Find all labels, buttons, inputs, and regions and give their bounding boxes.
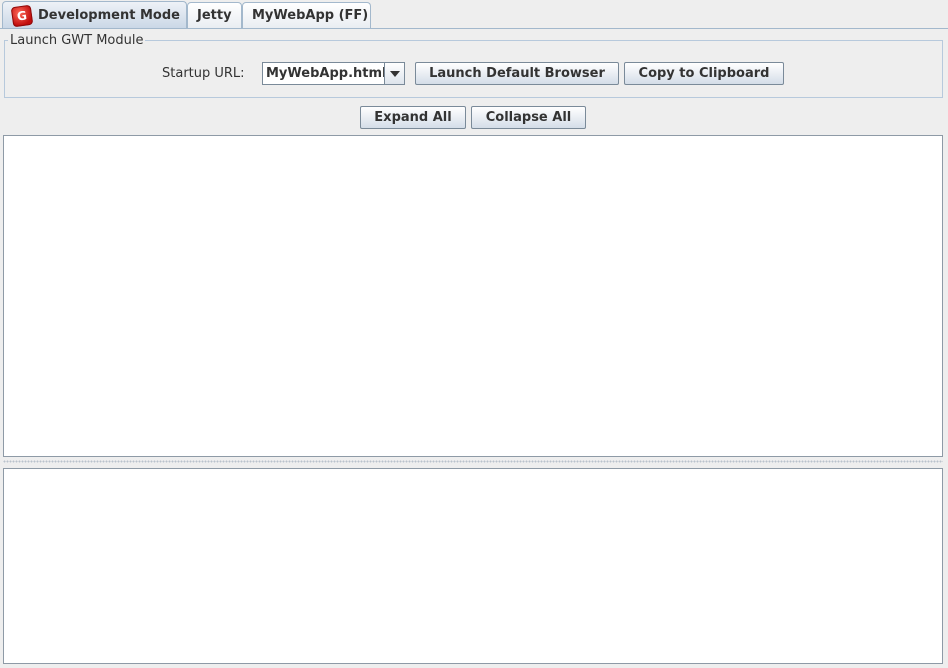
- tab-development-mode[interactable]: G Development Mode: [2, 1, 187, 29]
- gwt-logo-icon: G: [10, 4, 34, 27]
- gwt-dev-mode-window: G Development Mode Jetty MyWebApp (FF) L…: [0, 0, 948, 668]
- tab-jetty[interactable]: Jetty: [187, 2, 242, 28]
- tab-underline: [0, 28, 948, 29]
- launch-default-browser-button[interactable]: Launch Default Browser: [415, 62, 619, 85]
- log-tree-pane[interactable]: [3, 135, 943, 457]
- launch-module-title: Launch GWT Module: [8, 33, 146, 48]
- startup-url-value: MyWebApp.html: [266, 66, 384, 81]
- tab-label: MyWebApp (FF): [252, 8, 369, 23]
- startup-url-label: Startup URL:: [162, 66, 245, 81]
- tab-label: Jetty: [197, 8, 232, 23]
- tab-label: Development Mode: [38, 8, 180, 23]
- collapse-all-button[interactable]: Collapse All: [471, 106, 586, 129]
- expand-all-button[interactable]: Expand All: [360, 106, 466, 129]
- copy-to-clipboard-button[interactable]: Copy to Clipboard: [624, 62, 784, 85]
- tab-mywebapp-ff[interactable]: MyWebApp (FF): [242, 2, 371, 28]
- startup-url-select[interactable]: MyWebApp.html: [262, 62, 405, 85]
- tab-strip: G Development Mode Jetty MyWebApp (FF): [0, 0, 948, 29]
- log-details-pane[interactable]: [3, 468, 943, 664]
- split-pane-divider[interactable]: [3, 458, 943, 468]
- chevron-down-icon[interactable]: [384, 63, 404, 84]
